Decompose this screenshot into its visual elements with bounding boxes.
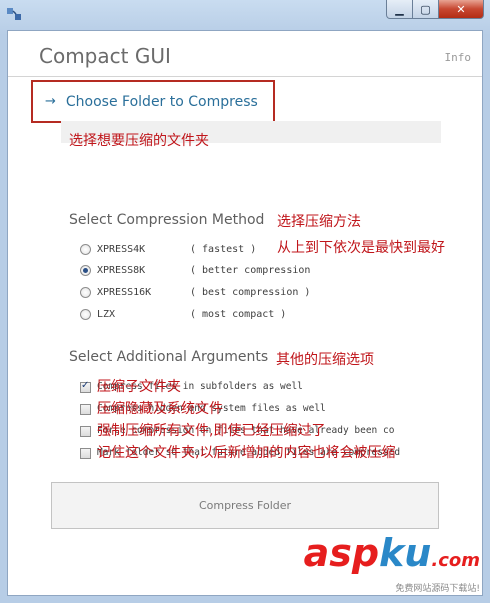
minimize-icon: ▁ (395, 2, 404, 16)
radio-xpress8k[interactable]: XPRESS8K ( better compression (80, 262, 310, 278)
annotation-subfolders: 压缩子文件夹 (97, 379, 181, 395)
additional-arguments-heading: Select Additional Arguments (69, 349, 269, 365)
maximize-icon: ▢ (420, 2, 431, 16)
annotation-mark-folder: 记住这个文件夹,以后新增加的内容也将会被压缩 (97, 445, 396, 461)
radio-description: ( most compact ) (190, 308, 287, 320)
watermark-logo: aspku.com 免费网站源码下载站! (304, 533, 480, 594)
radio-lzx[interactable]: LZX ( most compact ) (80, 306, 286, 322)
radio-description: ( better compression (190, 264, 311, 276)
choose-folder-label: Choose Folder to Compress (65, 93, 258, 110)
radio-xpress4k[interactable]: XPRESS4K ( fastest ) (80, 241, 256, 257)
annotation-force: 强制压缩所有文件,即使已经压缩过了 (97, 423, 326, 439)
close-button[interactable]: ✕ (439, 0, 484, 19)
annotation-method: 选择压缩方法 (277, 214, 361, 230)
compress-folder-button[interactable]: Compress Folder (51, 482, 439, 529)
radio-xpress16k[interactable]: XPRESS16K ( best compression ) (80, 284, 310, 300)
checkbox[interactable] (80, 426, 91, 437)
watermark-brand: aspku.com (304, 533, 480, 581)
radio-button[interactable] (80, 286, 91, 298)
info-link[interactable]: Info (445, 51, 472, 64)
maximize-button[interactable]: ▢ (413, 0, 439, 19)
radio-label: XPRESS16K (97, 286, 152, 298)
radio-button[interactable] (80, 243, 91, 255)
radio-label: LZX (97, 308, 116, 320)
radio-button[interactable] (80, 308, 91, 320)
annotation-hidden-system: 压缩隐藏及系统文件 (97, 401, 223, 417)
window-frame: ▁ ▢ ✕ Compact GUI Info → Choose Folder t… (0, 0, 490, 603)
checkbox[interactable] (80, 448, 91, 459)
checkbox[interactable] (80, 380, 91, 393)
header-divider (8, 76, 482, 77)
app-icon (7, 8, 21, 20)
app-client-area: Compact GUI Info → Choose Folder to Comp… (7, 30, 483, 596)
radio-label: XPRESS4K (97, 243, 146, 255)
radio-button[interactable] (80, 264, 91, 276)
choose-folder-button[interactable]: → Choose Folder to Compress (31, 80, 275, 123)
annotation-arguments: 其他的压缩选项 (276, 352, 374, 368)
annotation-choose-folder: 选择想要压缩的文件夹 (69, 133, 209, 149)
radio-label: XPRESS8K (97, 264, 146, 276)
annotation-method-order: 从上到下依次是最快到最好 (277, 240, 445, 256)
title-bar[interactable]: ▁ ▢ ✕ (0, 0, 490, 28)
watermark-brand-c: .com (431, 550, 480, 571)
watermark-brand-a: asp (303, 531, 380, 575)
radio-description: ( fastest ) (190, 243, 257, 255)
watermark-brand-b: ku (379, 531, 432, 575)
radio-description: ( best compression ) (190, 286, 311, 298)
watermark-tagline: 免费网站源码下载站! (395, 584, 480, 594)
close-icon: ✕ (456, 2, 466, 16)
app-title: Compact GUI (39, 44, 171, 68)
arrow-right-icon: → (45, 94, 56, 109)
minimize-button[interactable]: ▁ (386, 0, 413, 19)
checkbox[interactable] (80, 404, 91, 415)
compression-method-heading: Select Compression Method (69, 212, 265, 228)
